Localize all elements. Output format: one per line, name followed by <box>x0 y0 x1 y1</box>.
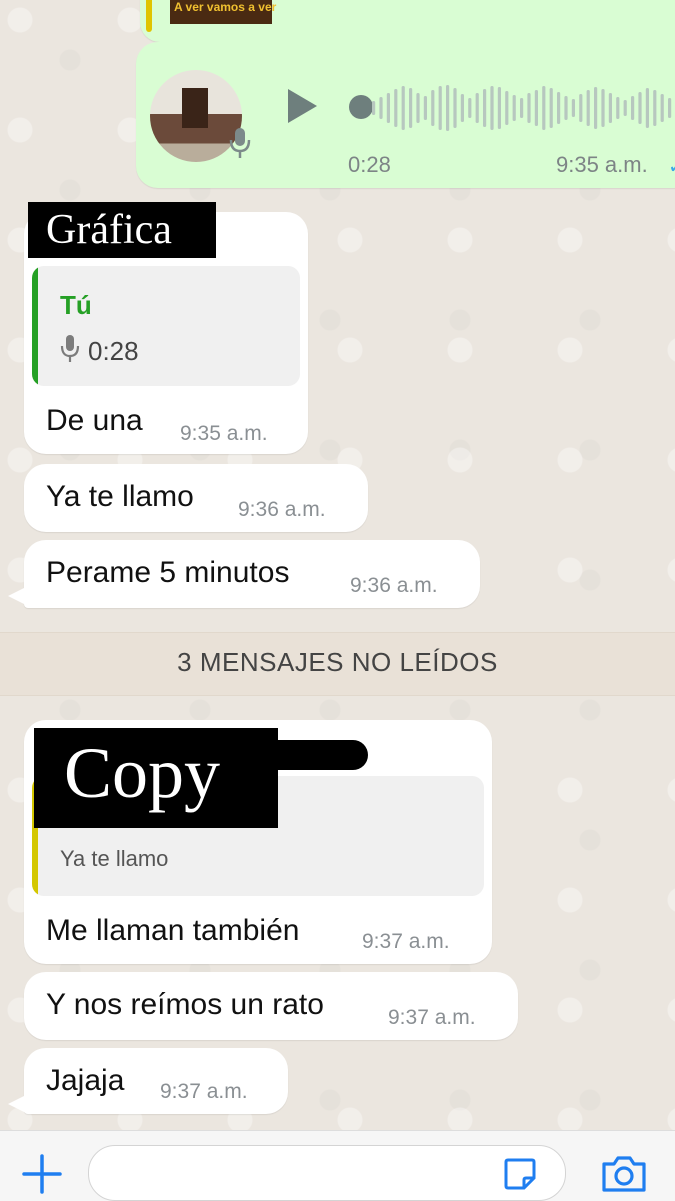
waveform-bar <box>475 93 479 123</box>
waveform-bar <box>653 90 657 126</box>
sticker-icon[interactable] <box>502 1156 538 1197</box>
waveform-bar <box>438 86 442 130</box>
waveform-bar <box>594 87 598 129</box>
waveform-bar <box>638 92 642 124</box>
message-time: 9:37 a.m. <box>160 1080 248 1103</box>
voice-duration: 0:28 <box>348 152 391 177</box>
waveform-bar <box>416 93 420 123</box>
play-icon[interactable] <box>284 86 320 131</box>
waveform-bar <box>586 90 590 126</box>
redaction-scribble <box>250 740 368 770</box>
waveform-bar <box>579 94 583 122</box>
waveform-bar <box>453 88 457 128</box>
message-time: 9:35 a.m. <box>180 422 268 445</box>
bubble-accent-line <box>146 0 152 32</box>
message-time: 9:37 a.m. <box>388 1006 476 1029</box>
message-input[interactable] <box>88 1145 566 1201</box>
message-time: 9:37 a.m. <box>362 930 450 953</box>
mic-icon <box>228 126 252 165</box>
plus-icon[interactable] <box>20 1152 64 1201</box>
voice-waveform[interactable] <box>368 80 675 136</box>
waveform-bar <box>557 92 561 124</box>
waveform-bar <box>423 96 427 120</box>
message-text: Jajaja <box>46 1064 125 1097</box>
incoming-bubble[interactable]: Y nos reímos un rato 9:37 a.m. <box>24 972 518 1040</box>
waveform-bar <box>483 89 487 127</box>
unread-label: 3 MENSAJES NO LEÍDOS <box>177 647 498 677</box>
image-thumbnail[interactable]: A ver vamos a ver <box>170 0 276 24</box>
quote-author: Tú <box>60 290 92 320</box>
waveform-bar <box>505 91 509 125</box>
waveform-bar <box>512 95 516 121</box>
redacted-sender-label: Gráfica <box>28 202 216 258</box>
mic-icon <box>60 334 80 369</box>
redacted-sender-label: Copy <box>34 728 278 828</box>
quote-duration: 0:28 <box>88 336 139 366</box>
quote-bar <box>32 266 38 386</box>
waveform-bar <box>520 98 524 118</box>
waveform-bar <box>608 93 612 123</box>
read-receipt-icon: ✓ <box>668 154 675 179</box>
waveform-bar <box>616 97 620 119</box>
waveform-bar <box>564 96 568 120</box>
outgoing-voice-bubble[interactable]: 0:28 9:35 a.m. ✓ <box>136 42 675 188</box>
waveform-bar <box>379 97 383 119</box>
quoted-voice-reply[interactable]: Tú 0:28 <box>32 266 300 386</box>
waveform-bar <box>668 98 672 118</box>
waveform-bar <box>527 93 531 123</box>
image-caption: A ver vamos a ver <box>174 0 277 14</box>
waveform-bar <box>534 90 538 126</box>
incoming-bubble[interactable]: Jajaja 9:37 a.m. <box>24 1048 288 1114</box>
camera-icon[interactable] <box>600 1154 648 1199</box>
message-text: De una <box>46 404 143 437</box>
voice-time: 9:35 a.m. <box>556 152 648 177</box>
message-time: 9:36 a.m. <box>238 498 326 521</box>
incoming-bubble[interactable]: Ya te llamo 9:36 a.m. <box>24 464 368 532</box>
message-text: Me llaman también <box>46 914 300 947</box>
waveform-bar <box>497 87 501 129</box>
bubble-tail <box>8 1094 28 1114</box>
waveform-bar <box>394 89 398 127</box>
waveform-bar <box>631 96 635 120</box>
waveform-bar <box>409 88 413 128</box>
waveform-bar <box>490 86 494 130</box>
waveform-bar <box>401 86 405 130</box>
waveform-bar <box>386 93 390 123</box>
waveform-bar <box>460 94 464 122</box>
waveform-bar <box>468 98 472 118</box>
waveform-bar <box>623 100 627 116</box>
waveform-bar <box>549 88 553 128</box>
waveform-bar <box>571 99 575 117</box>
quote-text: Ya te llamo <box>60 846 169 871</box>
waveform-bar <box>372 101 376 115</box>
avatar-door <box>182 88 208 128</box>
message-text: Y nos reímos un rato <box>46 988 324 1021</box>
outgoing-image-bubble[interactable]: A ver vamos a ver <box>140 0 675 42</box>
incoming-bubble[interactable]: Perame 5 minutos 9:36 a.m. <box>24 540 480 608</box>
waveform-bar <box>446 85 450 131</box>
waveform-bar <box>660 94 664 122</box>
message-time: 9:36 a.m. <box>350 574 438 597</box>
message-text: Perame 5 minutos <box>46 556 290 589</box>
message-text: Ya te llamo <box>46 480 194 513</box>
waveform-bar <box>542 86 546 130</box>
waveform-bar <box>431 90 435 126</box>
bubble-tail <box>8 586 28 606</box>
waveform-bar <box>601 89 605 127</box>
waveform-bar <box>645 88 649 128</box>
